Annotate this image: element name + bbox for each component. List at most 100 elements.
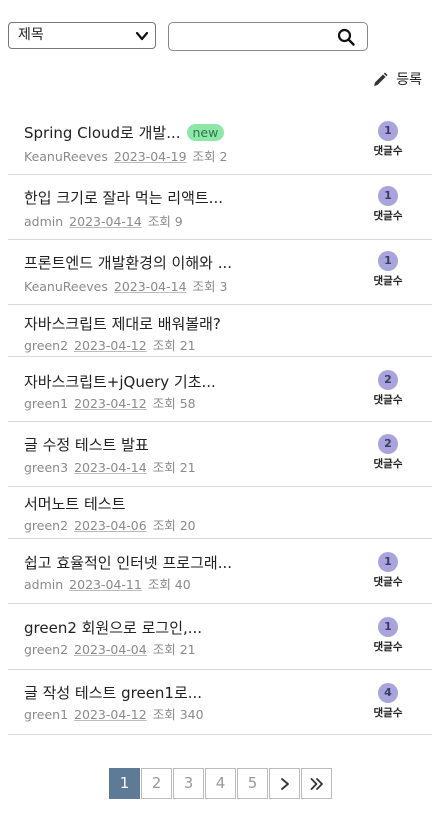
list-item[interactable]: 서머노트 테스트 green2 2023-04-06 조회 20 xyxy=(8,487,432,539)
comment-count-circle: 1 xyxy=(378,186,398,206)
post-title-line[interactable]: 한입 크기로 잘라 먹는 리액트... xyxy=(24,187,223,208)
comment-count-label: 댓글수 xyxy=(373,275,403,287)
list-item[interactable]: 자바스크립트 제대로 배워볼래? green2 2023-04-12 조회 21 xyxy=(8,305,432,357)
new-badge: new xyxy=(186,124,225,141)
search-field-select[interactable]: 제목 xyxy=(8,22,156,49)
post-title-line[interactable]: Spring Cloud로 개발... new xyxy=(24,122,225,143)
post-date: 2023-04-14 xyxy=(113,279,187,294)
post-date: 2023-04-12 xyxy=(74,707,147,722)
post-date: 2023-04-04 xyxy=(74,642,147,657)
post-title-line[interactable]: 글 수정 테스트 발표 xyxy=(24,434,149,455)
post-author: green2 xyxy=(24,642,69,657)
post-author: green1 xyxy=(24,396,69,411)
chevron-right-icon xyxy=(280,778,289,790)
register-button[interactable]: 등록 xyxy=(372,71,422,89)
comment-count-label: 댓글수 xyxy=(373,145,403,157)
comment-count-circle: 4 xyxy=(378,683,398,703)
list-item[interactable]: 쉽고 효율적인 인터넷 프로그래... admin 2023-04-11 조회 40… xyxy=(8,539,432,604)
page-3-button[interactable]: 3 xyxy=(173,768,204,799)
post-date: 2023-04-14 xyxy=(74,460,147,475)
list-item[interactable]: 프론트엔드 개발환경의 이해와 ... KeanuReeves 2023-04-1… xyxy=(8,240,432,305)
search-input[interactable] xyxy=(168,22,368,51)
post-views: 조회 21 xyxy=(152,338,196,353)
chevron-down-icon xyxy=(135,31,149,41)
post-views: 조회 40 xyxy=(147,577,191,592)
comment-count: 2 댓글수 xyxy=(368,370,408,407)
post-views: 조회 20 xyxy=(152,518,196,533)
post-title[interactable]: 글 작성 테스트 green1로... xyxy=(24,684,202,702)
comment-count: 1 댓글수 xyxy=(368,186,408,223)
comment-count-label: 댓글수 xyxy=(373,576,403,588)
page-4-button[interactable]: 4 xyxy=(205,768,236,799)
post-title-line[interactable]: 프론트엔드 개발환경의 이해와 ... xyxy=(24,252,232,273)
post-meta: green1 2023-04-12 조회 340 xyxy=(24,704,210,723)
search-icon[interactable] xyxy=(337,28,355,46)
post-title[interactable]: 자바스크립트+jQuery 기초... xyxy=(24,373,216,391)
post-author: KeanuReeves xyxy=(24,149,108,164)
list-item[interactable]: Spring Cloud로 개발... new KeanuReeves 2023-0… xyxy=(8,110,432,175)
comment-count-circle: 2 xyxy=(378,434,398,454)
next-page-button[interactable] xyxy=(269,768,300,799)
comment-count: 1 댓글수 xyxy=(368,251,408,288)
last-page-button[interactable] xyxy=(301,768,332,799)
post-date: 2023-04-12 xyxy=(74,396,147,411)
comment-count-label: 댓글수 xyxy=(373,394,403,406)
comment-count-label: 댓글수 xyxy=(373,707,403,719)
pagination: 1 2 3 4 5 xyxy=(109,768,333,799)
post-date: 2023-04-12 xyxy=(74,338,147,353)
pencil-icon xyxy=(374,72,388,86)
post-views: 조회 21 xyxy=(152,642,196,657)
post-author: green1 xyxy=(24,707,69,722)
post-date: 2023-04-06 xyxy=(74,518,147,533)
post-title-line[interactable]: 서머노트 테스트 xyxy=(24,493,125,514)
post-title[interactable]: 글 수정 테스트 발표 xyxy=(24,436,149,454)
post-title-line[interactable]: 쉽고 효율적인 인터넷 프로그래... xyxy=(24,552,232,573)
list-item[interactable]: 글 수정 테스트 발표 green3 2023-04-14 조회 21 2 댓글수 xyxy=(8,422,432,487)
register-label: 등록 xyxy=(396,72,422,88)
search-bar: 제목 xyxy=(8,22,368,51)
post-title[interactable]: Spring Cloud로 개발... xyxy=(24,124,181,142)
post-title[interactable]: 프론트엔드 개발환경의 이해와 ... xyxy=(24,254,232,272)
comment-count: 1 댓글수 xyxy=(368,617,408,654)
post-views: 조회 2 xyxy=(192,149,228,164)
post-author: green2 xyxy=(24,338,69,353)
comment-count-circle: 1 xyxy=(378,251,398,271)
post-views: 조회 340 xyxy=(152,707,204,722)
post-meta: green3 2023-04-14 조회 21 xyxy=(24,457,202,476)
post-meta: KeanuReeves 2023-04-19 조회 2 xyxy=(24,146,233,165)
post-views: 조회 58 xyxy=(152,396,196,411)
comment-count: 2 댓글수 xyxy=(368,434,408,471)
post-meta: green2 2023-04-04 조회 21 xyxy=(24,639,202,658)
comment-count-circle: 2 xyxy=(378,370,398,390)
page-5-button[interactable]: 5 xyxy=(237,768,268,799)
post-title-line[interactable]: green2 회원으로 로그인,... xyxy=(24,617,202,638)
post-title[interactable]: 쉽고 효율적인 인터넷 프로그래... xyxy=(24,554,232,572)
post-meta: green2 2023-04-12 조회 21 xyxy=(24,335,202,354)
page-2-button[interactable]: 2 xyxy=(141,768,172,799)
list-item[interactable]: 한입 크기로 잘라 먹는 리액트... admin 2023-04-14 조회 9 … xyxy=(8,175,432,240)
post-date: 2023-04-19 xyxy=(113,149,187,164)
comment-count: 1 댓글수 xyxy=(368,552,408,589)
list-item[interactable]: 자바스크립트+jQuery 기초... green1 2023-04-12 조회 5… xyxy=(8,357,432,422)
post-title[interactable]: green2 회원으로 로그인,... xyxy=(24,619,202,637)
post-meta: admin 2023-04-11 조회 40 xyxy=(24,574,197,593)
post-date: 2023-04-14 xyxy=(69,214,142,229)
post-title-line[interactable]: 자바스크립트 제대로 배워볼래? xyxy=(24,313,221,334)
comment-count-label: 댓글수 xyxy=(373,458,403,470)
post-title-line[interactable]: 자바스크립트+jQuery 기초... xyxy=(24,371,216,392)
list-item[interactable]: 글 작성 테스트 green1로... green1 2023-04-12 조회 3… xyxy=(8,670,432,735)
post-title[interactable]: 한입 크기로 잘라 먹는 리액트... xyxy=(24,189,223,207)
post-views: 조회 3 xyxy=(192,279,228,294)
post-title[interactable]: 자바스크립트 제대로 배워볼래? xyxy=(24,315,221,333)
post-date: 2023-04-11 xyxy=(69,577,142,592)
comment-count-circle: 1 xyxy=(378,121,398,141)
comment-count-circle: 1 xyxy=(378,617,398,637)
page-1-button[interactable]: 1 xyxy=(109,768,140,799)
list-item[interactable]: green2 회원으로 로그인,... green2 2023-04-04 조회 2… xyxy=(8,604,432,670)
post-list: Spring Cloud로 개발... new KeanuReeves 2023-0… xyxy=(8,110,432,735)
post-title-line[interactable]: 글 작성 테스트 green1로... xyxy=(24,682,202,703)
comment-count-label: 댓글수 xyxy=(373,641,403,653)
post-author: admin xyxy=(24,214,64,229)
post-title[interactable]: 서머노트 테스트 xyxy=(24,495,125,513)
post-meta: green1 2023-04-12 조회 58 xyxy=(24,393,202,412)
